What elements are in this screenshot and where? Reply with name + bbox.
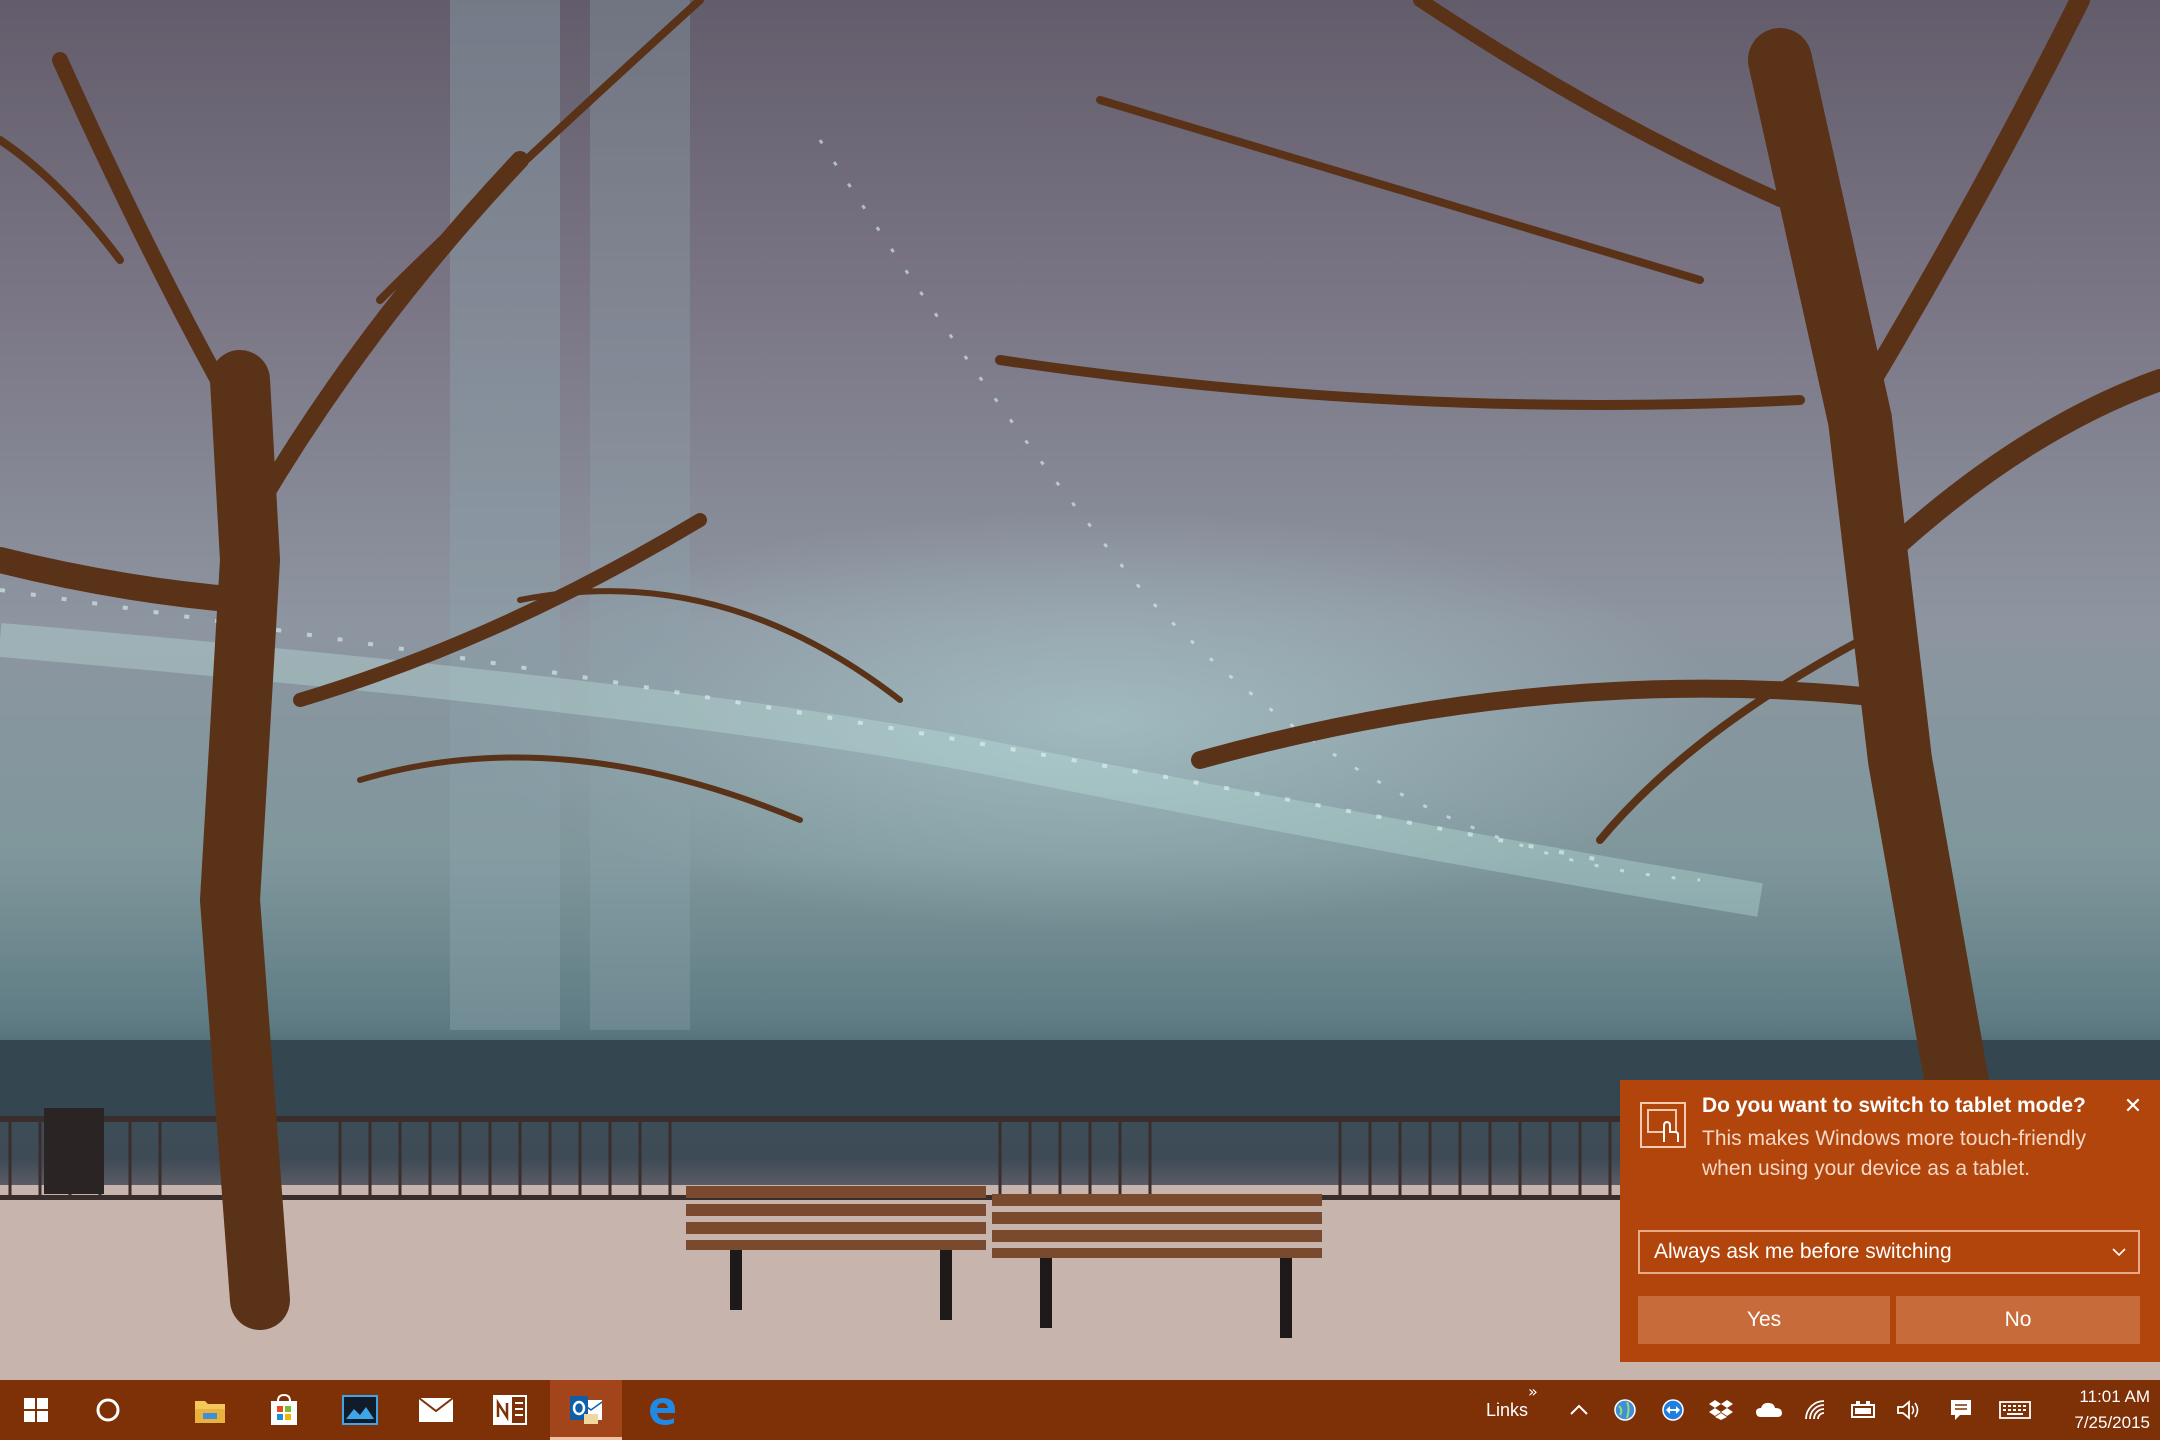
notification-title: Do you want to switch to tablet mode? <box>1702 1094 2086 1117</box>
globe-sync-icon[interactable] <box>1602 1380 1648 1440</box>
taskbar-file-explorer[interactable] <box>174 1380 246 1440</box>
wifi-icon[interactable] <box>1794 1380 1840 1440</box>
chevron-down-icon <box>2112 1248 2126 1257</box>
taskbar-mail[interactable] <box>400 1380 472 1440</box>
battery-icon[interactable] <box>1840 1380 1886 1440</box>
edge-browser-icon <box>650 1398 675 1425</box>
photos-icon <box>342 1395 378 1425</box>
links-expand-chevron-icon[interactable]: » <box>1528 1382 1538 1401</box>
taskbar-store[interactable] <box>248 1380 320 1440</box>
switch-preference-dropdown[interactable]: Always ask me before switching <box>1638 1230 2140 1274</box>
taskbar-edge[interactable] <box>626 1380 698 1440</box>
outlook-icon <box>570 1396 603 1424</box>
clock-time: 11:01 AM <box>2079 1387 2150 1406</box>
no-button[interactable]: No <box>1896 1296 2140 1344</box>
dropbox-icon[interactable] <box>1698 1380 1744 1440</box>
mail-envelope-icon <box>418 1397 454 1422</box>
onedrive-cloud-icon[interactable] <box>1746 1380 1792 1440</box>
tablet-mode-notification: Do you want to switch to tablet mode? Th… <box>1620 1080 2160 1362</box>
volume-icon[interactable] <box>1886 1380 1932 1440</box>
onenote-icon <box>493 1395 527 1425</box>
taskbar-clock[interactable]: 11:01 AM 7/25/2015 <box>2040 1384 2150 1436</box>
cortana-circle-icon <box>96 1398 120 1422</box>
dropdown-value: Always ask me before switching <box>1654 1240 1952 1263</box>
taskbar-photos[interactable] <box>324 1380 396 1440</box>
notification-body: This makes Windows more touch-friendly w… <box>1702 1127 2086 1180</box>
store-bag-icon <box>271 1393 297 1425</box>
show-hidden-icons-chevron-icon[interactable] <box>1556 1380 1602 1440</box>
taskbar-outlook[interactable] <box>550 1380 622 1440</box>
windows-logo-icon <box>24 1398 48 1422</box>
taskbar-onenote[interactable] <box>474 1380 546 1440</box>
tablet-mode-icon <box>1640 1102 1686 1148</box>
teamviewer-icon[interactable] <box>1650 1380 1696 1440</box>
clock-date: 7/25/2015 <box>2074 1413 2150 1432</box>
folder-icon <box>195 1401 225 1423</box>
close-icon[interactable]: ✕ <box>2118 1092 2148 1122</box>
action-center-icon[interactable] <box>1938 1380 1984 1440</box>
taskbar: Links » 11:01 AM 7/25/2015 <box>0 1380 2160 1440</box>
start-button[interactable] <box>0 1380 72 1440</box>
yes-button[interactable]: Yes <box>1638 1296 1890 1344</box>
cortana-button[interactable] <box>72 1380 144 1440</box>
touch-keyboard-icon[interactable] <box>1992 1380 2038 1440</box>
